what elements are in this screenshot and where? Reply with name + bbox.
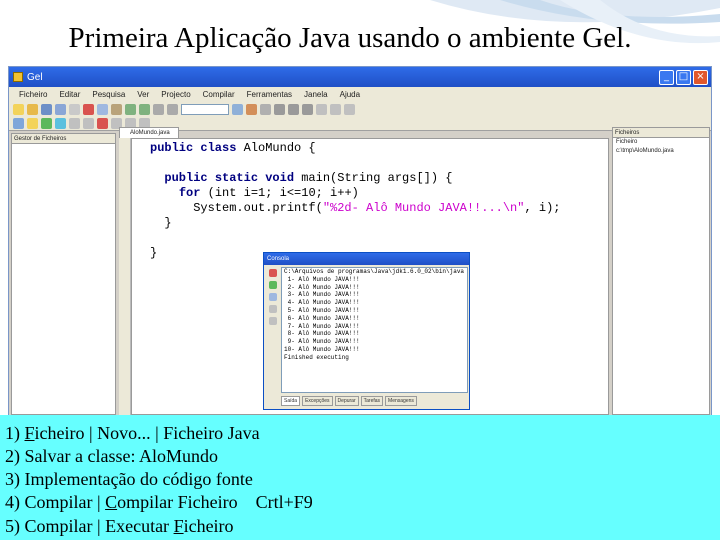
tab-depurar[interactable]: Depurar: [334, 396, 359, 406]
files-pane-title: Ficheiros: [613, 128, 709, 138]
outdent-icon[interactable]: [330, 103, 341, 115]
menubar: Ficheiro Editar Pesquisa Ver Projecto Co…: [9, 87, 711, 101]
copy-icon[interactable]: [97, 103, 108, 115]
indent-icon[interactable]: [316, 103, 327, 115]
copy-icon[interactable]: [269, 293, 277, 301]
code-line: System.out.printf("%2d- Alô Mundo JAVA!!…: [150, 201, 561, 215]
file-path-item[interactable]: c:\tmp\AloMundo.java: [613, 147, 709, 156]
step-4: 4) Compilar | Compilar Ficheiro Crtl+F9: [5, 492, 313, 512]
app-icon: [13, 72, 23, 82]
print-icon[interactable]: [69, 103, 80, 115]
menu-ajuda[interactable]: Ajuda: [340, 90, 360, 99]
stop-run-icon[interactable]: [97, 117, 108, 129]
menu-projecto[interactable]: Projecto: [161, 90, 190, 99]
save-output-icon[interactable]: [269, 317, 277, 325]
console-line: 1- Alô Mundo JAVA!!!: [284, 275, 360, 283]
file-manager-pane: Gestor de Ficheiros: [11, 133, 116, 415]
code-line: }: [150, 216, 172, 230]
code-line: for (int i=1; i<=10; i++): [178, 186, 359, 200]
menu-pesquisa[interactable]: Pesquisa: [92, 90, 125, 99]
code-line: public static void main(String args[]) {: [164, 171, 453, 185]
console-line: 4- Alô Mundo JAVA!!!: [284, 299, 360, 307]
undo-icon[interactable]: [125, 103, 136, 115]
console-output[interactable]: C:\Arquivos de programas\Java\jdk1.6.0_0…: [281, 267, 468, 393]
console-line: C:\Arquivos de programas\Java\jdk1.6.0_0…: [284, 268, 465, 275]
console-line: 3- Alô Mundo JAVA!!!: [284, 291, 360, 299]
tab-saida[interactable]: Saída: [281, 396, 301, 406]
run-icon[interactable]: [41, 117, 52, 129]
save-all-icon[interactable]: [55, 103, 66, 115]
console-lines: C:\Arquivos de programas\Java\jdk1.6.0_0…: [282, 268, 467, 362]
console-line: 2- Alô Mundo JAVA!!!: [284, 283, 360, 291]
build-icon[interactable]: [69, 117, 80, 129]
maximize-button[interactable]: □: [676, 69, 691, 85]
cut-icon[interactable]: [83, 103, 94, 115]
stop-icon[interactable]: [269, 269, 277, 277]
step-5: 5) Compilar | Executar Ficheiro: [5, 516, 234, 536]
console-line: Finished executing: [284, 353, 349, 361]
tab-tarefas[interactable]: Tarefas: [360, 396, 384, 406]
find-icon[interactable]: [232, 103, 243, 115]
slide-title: Primeira Aplicação Java usando o ambient…: [68, 22, 632, 54]
step-3: 3) Implementação do código fonte: [5, 469, 253, 489]
clear-icon[interactable]: [269, 305, 277, 313]
console-line: 5- Alô Mundo JAVA!!!: [284, 306, 360, 314]
console-toolbar: [266, 267, 280, 393]
rebuild-icon[interactable]: [83, 117, 94, 129]
ide-titlebar[interactable]: Gel _ □ ×: [9, 67, 711, 87]
compile-icon[interactable]: [27, 117, 38, 129]
bookmark-next-icon[interactable]: [288, 103, 299, 115]
menu-ferramentas[interactable]: Ferramentas: [247, 90, 292, 99]
menu-janela[interactable]: Janela: [304, 90, 328, 99]
files-pane-header: Ficheiro: [616, 139, 638, 145]
menu-ficheiro[interactable]: Ficheiro: [19, 90, 47, 99]
rerun-icon[interactable]: [269, 281, 277, 289]
debug-icon[interactable]: [55, 117, 66, 129]
steps-panel: 1) Ficheiro | Novo... | Ficheiro Java 2)…: [0, 415, 720, 540]
replace-icon[interactable]: [246, 103, 257, 115]
console-title[interactable]: Consola: [264, 253, 469, 265]
redo-icon[interactable]: [139, 103, 150, 115]
file-manager-title: Gestor de Ficheiros: [12, 134, 115, 144]
code-line: public class AloMundo {: [150, 141, 316, 155]
close-button[interactable]: ×: [693, 69, 708, 85]
console-line: 9- Alô Mundo JAVA!!!: [284, 338, 360, 346]
new-file-icon[interactable]: [13, 103, 24, 115]
console-line: 10- Alô Mundo JAVA!!!: [284, 345, 360, 353]
console-tabs: Saída Excepções Depurar Tarefas Mensagen…: [281, 396, 417, 406]
tab-excepcoes[interactable]: Excepções: [302, 396, 333, 406]
console-line: 8- Alô Mundo JAVA!!!: [284, 330, 360, 338]
console-line: 6- Alô Mundo JAVA!!!: [284, 314, 360, 322]
comment-icon[interactable]: [344, 103, 355, 115]
files-pane: Ficheiros Ficheiro c:\tmp\AloMundo.java: [612, 127, 710, 415]
step-icon[interactable]: [167, 103, 178, 115]
editor-gutter: [119, 138, 131, 415]
tab-mensagens[interactable]: Mensagens: [385, 396, 417, 406]
menu-editar[interactable]: Editar: [59, 90, 80, 99]
console-line: 7- Alô Mundo JAVA!!!: [284, 322, 360, 330]
search-combo[interactable]: [181, 103, 229, 115]
stop-icon[interactable]: [153, 103, 164, 115]
ide-window-title: Gel: [27, 71, 43, 83]
save-icon[interactable]: [41, 103, 52, 115]
step-2: 2) Salvar a classe: AloMundo: [5, 446, 218, 466]
paste-icon[interactable]: [111, 103, 122, 115]
project-icon[interactable]: [13, 117, 24, 129]
menu-compilar[interactable]: Compilar: [203, 90, 235, 99]
bookmark-icon[interactable]: [274, 103, 285, 115]
console-window: Consola C:\Arquivos de programas\Java\jd…: [263, 252, 470, 410]
bookmark-prev-icon[interactable]: [302, 103, 313, 115]
toolbar: [9, 101, 711, 131]
menu-ver[interactable]: Ver: [137, 90, 149, 99]
goto-icon[interactable]: [260, 103, 271, 115]
open-folder-icon[interactable]: [27, 103, 38, 115]
tab-alomundo[interactable]: AloMundo.java: [119, 127, 179, 138]
minimize-button[interactable]: _: [659, 69, 674, 85]
step-1: 1) Ficheiro | Novo... | Ficheiro Java: [5, 423, 260, 443]
source-code: public class AloMundo { public static vo…: [150, 141, 560, 261]
toolbar-row-1: [13, 102, 355, 116]
